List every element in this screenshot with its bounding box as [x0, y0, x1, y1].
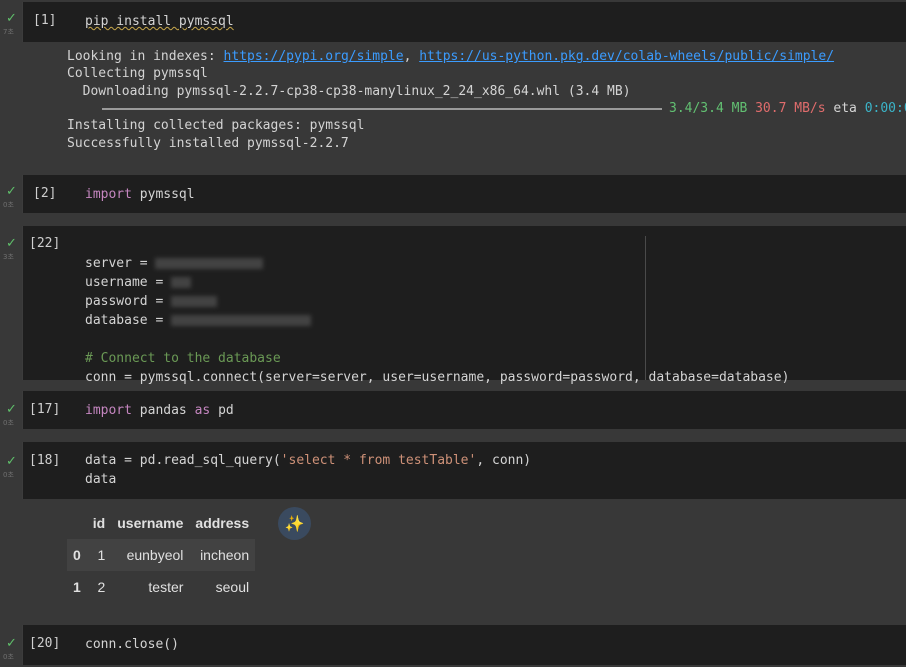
- table-cell: 2: [97, 579, 106, 595]
- cell-18-gutter: ✓ 0초: [0, 450, 20, 482]
- progress-speed: 30.7 MB/s: [755, 101, 826, 116]
- code-cell-1[interactable]: [1] pip install pymssql: [22, 2, 906, 42]
- progress-size: 3.4/3.4 MB: [669, 101, 748, 116]
- code-block[interactable]: data = pd.read_sql_query('select * from …: [85, 451, 531, 489]
- index-header: [67, 507, 87, 539]
- table-cell: incheon: [200, 547, 250, 563]
- redacted-value: [171, 277, 192, 288]
- check-icon: ✓: [6, 402, 17, 417]
- table-cell: 1: [97, 547, 106, 563]
- code-text: conn = pymssql.connect(server=server, us…: [85, 370, 790, 385]
- column-header: id: [92, 515, 106, 531]
- row-index: 0: [73, 547, 81, 563]
- run-duration: 3초: [3, 253, 14, 261]
- code-text: pandas: [131, 403, 195, 418]
- code-text: server =: [85, 256, 156, 271]
- run-duration: 0초: [3, 419, 14, 427]
- cell-1-gutter: ✓ 7초: [0, 0, 20, 44]
- table-row: 1 2 tester seoul: [67, 571, 255, 603]
- cell-number: [17]: [29, 402, 61, 417]
- output-text: Looking in indexes:: [67, 49, 224, 64]
- code-text: password =: [85, 294, 172, 309]
- check-icon: ✓: [6, 636, 17, 651]
- output-line: Collecting pymssql: [67, 66, 208, 81]
- cell-20-gutter: ✓ 0초: [0, 632, 20, 664]
- code-line[interactable]: import pymssql: [85, 185, 195, 204]
- keyword: import: [85, 403, 132, 418]
- output-line: Installing collected packages: pymssql: [67, 118, 365, 133]
- code-line[interactable]: pip install pymssql: [85, 12, 234, 31]
- cell-1-output: Looking in indexes: https://pypi.org/sim…: [22, 42, 906, 172]
- code-cell-22[interactable]: [22] server = username = password = data…: [22, 226, 906, 385]
- code-text: data: [85, 472, 117, 487]
- cell-22-gutter: ✓ 3초: [0, 232, 20, 264]
- check-icon: ✓: [6, 184, 17, 199]
- run-duration: 0초: [3, 201, 14, 209]
- code-line[interactable]: import pandas as pd: [85, 401, 234, 420]
- table-header-row: id username address: [67, 507, 255, 539]
- code-line[interactable]: conn.close(): [85, 635, 179, 654]
- cell-number: [18]: [29, 453, 61, 468]
- dataframe-output: id username address 0 1 eunbyeol incheon…: [67, 507, 256, 603]
- code-cell-18[interactable]: [18] data = pd.read_sql_query('select * …: [22, 442, 906, 499]
- code-comment: # Connect to the database: [85, 351, 281, 366]
- run-duration: 0초: [3, 471, 14, 479]
- eta-label: eta: [833, 101, 857, 116]
- table-cell: seoul: [215, 579, 250, 595]
- redacted-value: [171, 296, 218, 307]
- keyword: import: [85, 187, 132, 202]
- code-text: username =: [85, 275, 172, 290]
- code-block[interactable]: server = username = password = database …: [85, 235, 789, 387]
- magic-wand-icon[interactable]: ✨: [278, 507, 311, 540]
- code-text: database =: [85, 313, 172, 328]
- row-index: 1: [73, 579, 81, 595]
- check-icon: ✓: [6, 11, 17, 26]
- code-text: pymssql: [131, 187, 195, 202]
- cell-number: [1]: [33, 13, 57, 28]
- progress-fill: [102, 108, 662, 110]
- output-line: Successfully installed pymssql-2.2.7: [67, 136, 349, 151]
- dataframe-table: id username address 0 1 eunbyeol incheon…: [67, 507, 256, 603]
- run-duration: 0초: [3, 653, 14, 661]
- cell-number: [22]: [29, 236, 61, 251]
- output-line: Downloading pymssql-2.2.7-cp38-cp38-many…: [67, 84, 631, 99]
- column-header: username: [117, 515, 184, 531]
- output-line: Looking in indexes: https://pypi.org/sim…: [67, 48, 834, 66]
- check-icon: ✓: [6, 454, 17, 469]
- code-cell-20[interactable]: [20] conn.close(): [22, 625, 906, 665]
- cell-number: [2]: [33, 186, 57, 201]
- code-text: pd: [210, 403, 234, 418]
- table-row: 0 1 eunbyeol incheon: [67, 539, 256, 571]
- download-progress-bar: [102, 108, 662, 110]
- cell-number: [20]: [29, 636, 61, 651]
- code-text: , conn): [476, 453, 532, 468]
- redacted-value: [171, 315, 312, 326]
- pypi-link[interactable]: https://pypi.org/simple: [224, 49, 404, 64]
- code-string: 'select * from testTable': [280, 453, 477, 468]
- progress-stats: 3.4/3.4 MB 30.7 MB/s eta 0:00:00: [669, 100, 906, 118]
- column-header: address: [195, 515, 250, 531]
- code-cell-2[interactable]: [2] import pymssql: [22, 175, 906, 213]
- table-cell: tester: [148, 579, 184, 595]
- check-icon: ✓: [6, 236, 17, 251]
- colab-wheels-link[interactable]: https://us-python.pkg.dev/colab-wheels/p…: [419, 49, 834, 64]
- keyword: as: [194, 403, 211, 418]
- redacted-value: [155, 258, 264, 269]
- table-cell: eunbyeol: [126, 547, 184, 563]
- cell-17-gutter: ✓ 0초: [0, 398, 20, 430]
- code-cell-17[interactable]: [17] import pandas as pd: [22, 391, 906, 429]
- eta-value: 0:00:00: [864, 101, 906, 116]
- cell-2-gutter: ✓ 0초: [0, 180, 20, 212]
- output-text: ,: [403, 49, 420, 64]
- code-text: data = pd.read_sql_query(: [85, 453, 281, 468]
- run-duration: 7초: [3, 28, 14, 36]
